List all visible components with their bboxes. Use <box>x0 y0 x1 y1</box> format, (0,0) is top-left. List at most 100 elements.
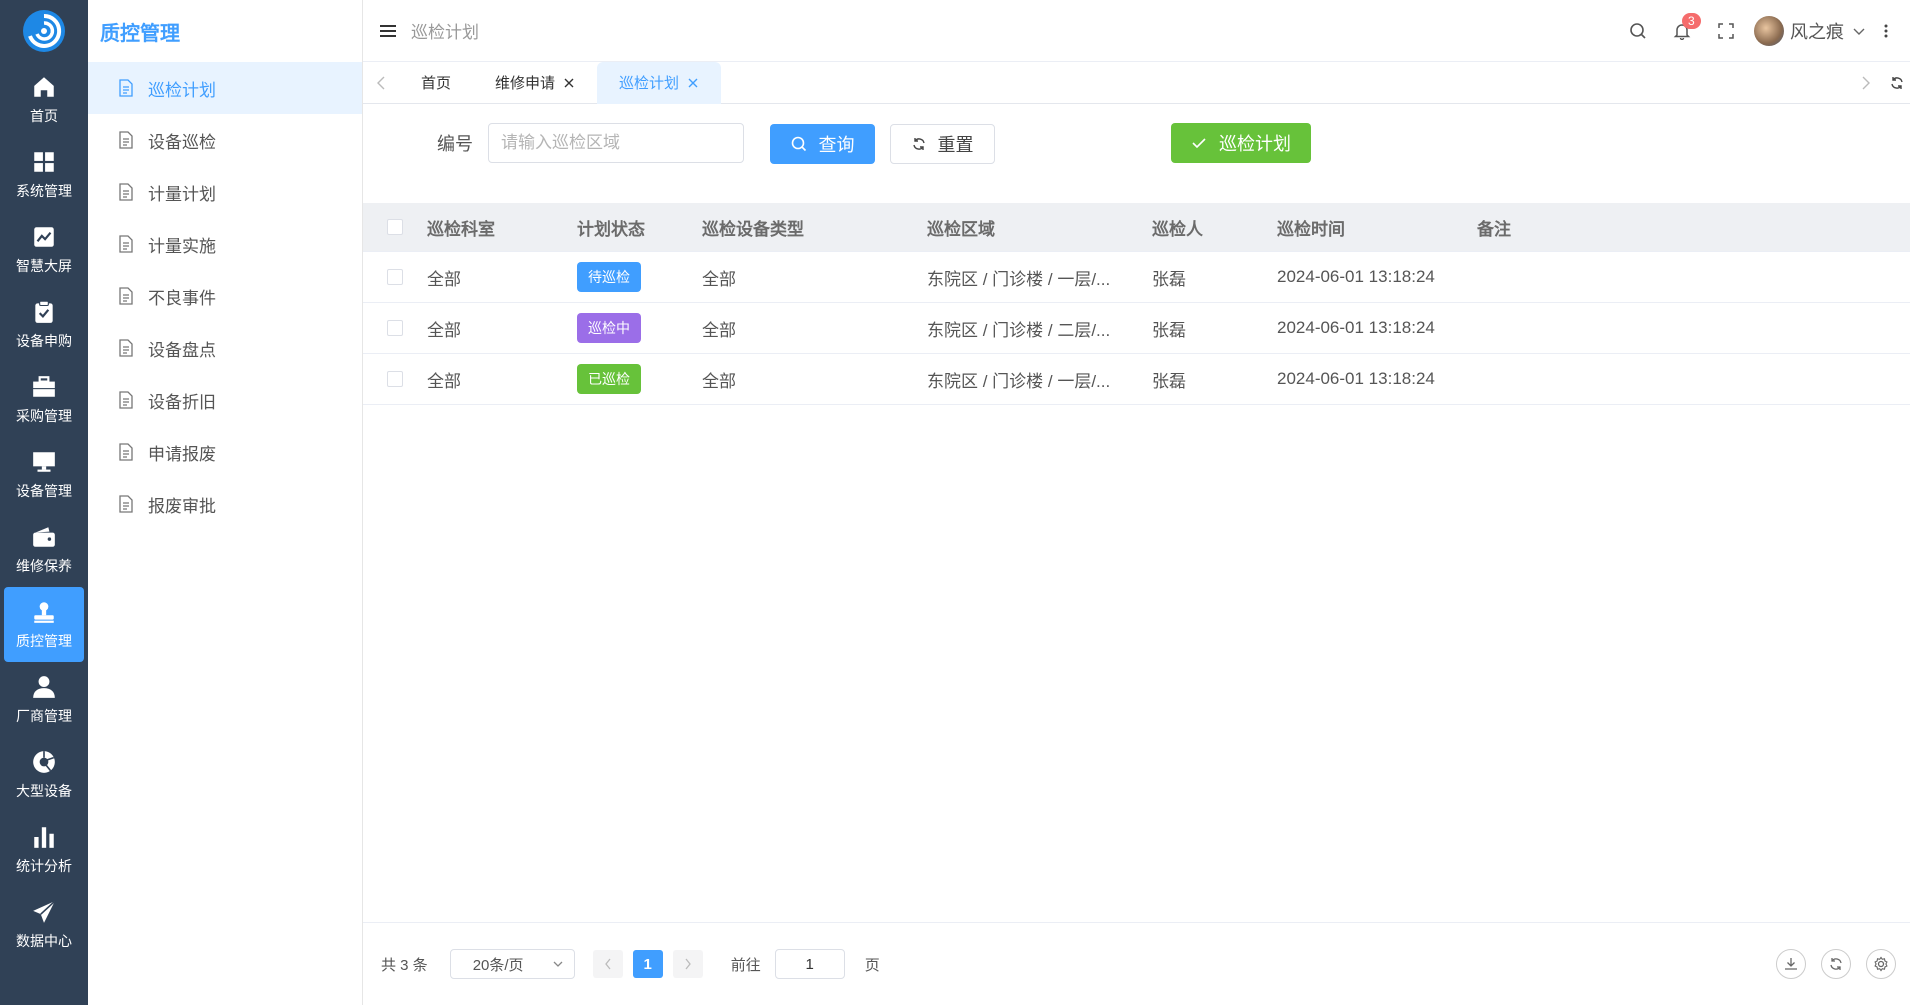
tab-scroll-right[interactable] <box>1848 62 1884 104</box>
goto-label: 前往 <box>730 956 761 974</box>
submenu-item-1[interactable]: 设备巡检 <box>88 114 362 166</box>
document-icon <box>119 131 133 149</box>
search-icon <box>791 136 806 152</box>
chevron-left-icon <box>377 76 385 89</box>
submenu-item-6[interactable]: 设备折旧 <box>88 374 362 426</box>
cell-time: 2024-06-01 13:18:24 <box>1277 369 1435 388</box>
cell-type: 全部 <box>702 371 736 391</box>
rail-item-label: 设备申购 <box>16 333 72 349</box>
query-button[interactable]: 查询 <box>770 124 875 164</box>
rail-item-9[interactable]: 大型设备 <box>0 737 88 812</box>
fullscreen-button[interactable] <box>1704 11 1748 51</box>
inspection-table: 巡检科室 计划状态 巡检设备类型 巡检区域 巡检人 巡检时间 备注 全部 待巡检全… <box>363 203 1910 405</box>
table-row[interactable]: 全部 待巡检 全部 东院区 / 门诊楼 / 一层/... 张磊 2024-06-01 13… <box>363 252 1910 303</box>
code-label: 编号 <box>437 134 473 154</box>
sub-menu: 质控管理 巡检计划设备巡检计量计划计量实施不良事件设备盘点 设备折旧 申请报废 报废审… <box>88 0 363 1005</box>
page-size-value: 20条/页 <box>472 956 524 974</box>
tab-label: 巡检计划 <box>619 75 680 92</box>
chart-line-icon <box>30 223 58 251</box>
add-plan-button[interactable]: 巡检计划 <box>1171 123 1311 163</box>
rail-item-1[interactable]: 系统管理 <box>0 137 88 212</box>
submenu-item-4[interactable]: 不良事件 <box>88 270 362 322</box>
gear-icon <box>1874 956 1888 972</box>
select-all-checkbox[interactable] <box>387 219 403 235</box>
col-type: 巡检设备类型 <box>702 219 804 239</box>
submenu-item-label: 设备巡检 <box>148 132 216 152</box>
hamburger-icon[interactable] <box>379 22 397 40</box>
wallet-icon <box>30 523 58 551</box>
status-badge: 已巡检 <box>577 364 641 394</box>
rail-item-6[interactable]: 维修保养 <box>0 512 88 587</box>
user-stamp-icon <box>30 598 58 626</box>
submenu-item-8[interactable]: 报废审批 <box>88 478 362 530</box>
status-badge: 待巡检 <box>577 262 641 292</box>
rail-item-4[interactable]: 采购管理 <box>0 362 88 437</box>
cell-time: 2024-06-01 13:18:24 <box>1277 318 1435 337</box>
submenu-item-2[interactable]: 计量计划 <box>88 166 362 218</box>
rail-item-10[interactable]: 统计分析 <box>0 812 88 887</box>
reload-button[interactable] <box>1821 949 1851 979</box>
send-icon <box>30 898 58 926</box>
chevron-left-icon <box>604 958 611 970</box>
submenu-item-label: 不良事件 <box>148 288 216 308</box>
goto-page-input[interactable] <box>774 949 845 979</box>
close-icon[interactable] <box>563 77 575 89</box>
download-icon <box>1785 958 1797 970</box>
more-button[interactable] <box>1872 11 1900 51</box>
notification-button[interactable]: 3 <box>1660 11 1704 51</box>
submenu-item-5[interactable]: 设备盘点 <box>88 322 362 374</box>
tab-1[interactable]: 维修申请 <box>473 62 597 104</box>
rail-item-label: 智慧大屏 <box>16 258 72 274</box>
submenu-title: 质控管理 <box>100 22 180 45</box>
rail-item-8[interactable]: 厂商管理 <box>0 662 88 737</box>
page-number-current[interactable]: 1 <box>632 950 663 978</box>
filter-bar: 编号 查询 重置 巡检计划 <box>363 104 1910 204</box>
rail-item-label: 采购管理 <box>16 408 72 424</box>
submenu-item-0[interactable]: 巡检计划 <box>88 62 362 114</box>
rail-item-7[interactable]: 质控管理 <box>4 587 84 662</box>
user-menu[interactable]: 风之痕 <box>1748 11 1872 51</box>
rail-item-0[interactable]: 首页 <box>0 62 88 137</box>
tab-0[interactable]: 首页 <box>399 62 473 104</box>
table-row[interactable]: 全部 巡检中 全部 东院区 / 门诊楼 / 二层/... 张磊 2024-06-01 13… <box>363 303 1910 354</box>
col-note: 备注 <box>1477 219 1511 239</box>
reset-button[interactable]: 重置 <box>890 124 995 164</box>
cell-inspector: 张磊 <box>1152 320 1186 340</box>
row-checkbox[interactable] <box>387 371 403 387</box>
next-page-button[interactable] <box>672 950 703 978</box>
add-plan-button-label: 巡检计划 <box>1219 134 1291 154</box>
rail-item-5[interactable]: 设备管理 <box>0 437 88 512</box>
cell-dept: 全部 <box>427 269 461 289</box>
rail-item-11[interactable]: 数据中心 <box>0 887 88 962</box>
prev-page-button[interactable] <box>592 950 623 978</box>
col-dept: 巡检科室 <box>427 219 495 239</box>
app-logo[interactable] <box>0 0 88 62</box>
tab-label: 首页 <box>421 75 452 92</box>
search-button[interactable] <box>1616 11 1660 51</box>
rail-item-2[interactable]: 智慧大屏 <box>0 212 88 287</box>
chevron-right-icon <box>685 958 691 970</box>
cell-area: 东院区 / 门诊楼 / 一层/... <box>927 269 1111 289</box>
briefcase-icon <box>30 373 58 401</box>
tab-2[interactable]: 巡检计划 <box>597 61 722 104</box>
settings-button[interactable] <box>1866 949 1896 979</box>
page-size-select[interactable]: 20条/页 <box>449 949 575 979</box>
tab-scroll-left[interactable] <box>363 62 399 104</box>
row-checkbox[interactable] <box>387 269 403 285</box>
submenu-item-3[interactable]: 计量实施 <box>88 218 362 270</box>
rail-item-label: 首页 <box>30 108 58 124</box>
rail-item-3[interactable]: 设备申购 <box>0 287 88 362</box>
rail-item-label: 数据中心 <box>16 933 72 949</box>
tab-refresh-button[interactable] <box>1884 62 1910 104</box>
submenu-item-7[interactable]: 申请报废 <box>88 426 362 478</box>
refresh-icon <box>1891 77 1903 89</box>
table-row[interactable]: 全部 已巡检 全部 东院区 / 门诊楼 / 一层/... 张磊 2024-06-01 13… <box>363 354 1910 405</box>
export-button[interactable] <box>1776 949 1806 979</box>
area-search-input[interactable] <box>488 123 744 163</box>
document-icon <box>119 287 133 305</box>
clipboard-check-icon <box>30 298 58 326</box>
close-icon[interactable] <box>687 77 699 89</box>
submenu-item-label: 计量计划 <box>148 184 216 204</box>
col-inspector: 巡检人 <box>1152 219 1203 239</box>
row-checkbox[interactable] <box>387 320 403 336</box>
